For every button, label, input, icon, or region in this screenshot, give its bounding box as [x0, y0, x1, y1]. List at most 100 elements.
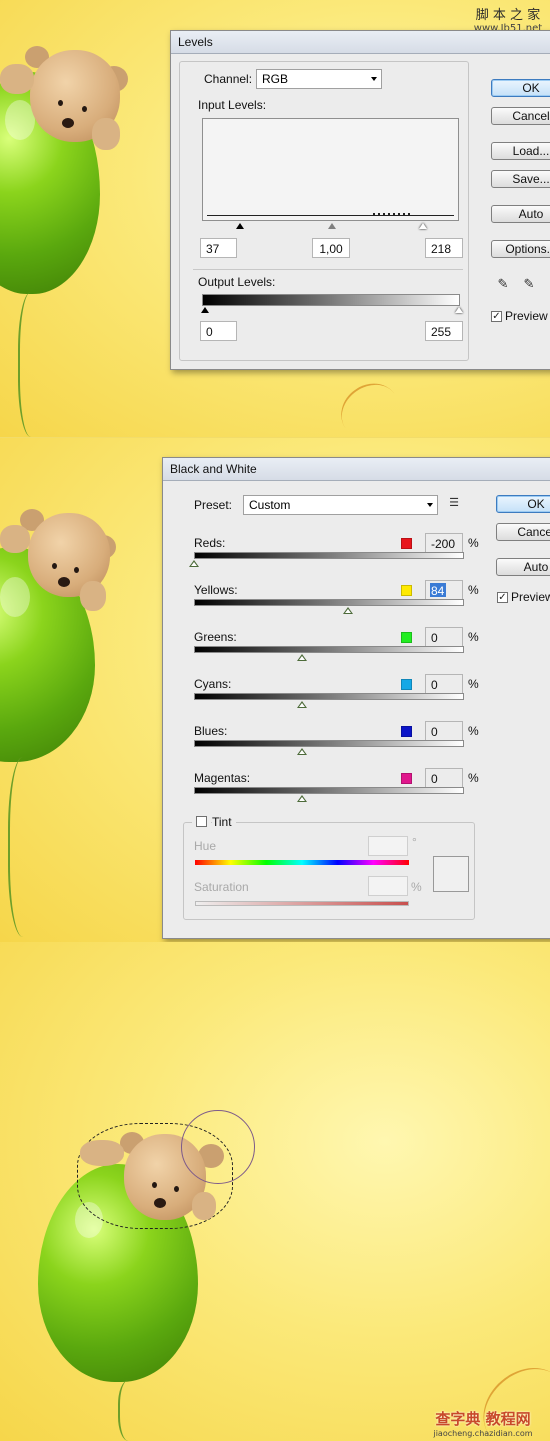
slider-label: Blues:: [194, 724, 228, 738]
slider-color-swatch: [401, 585, 412, 596]
slider-percent: %: [468, 630, 479, 644]
slider-label: Greens:: [194, 630, 237, 644]
slider-thumb[interactable]: [189, 560, 199, 567]
slider-color-swatch: [401, 726, 412, 737]
input-gamma-field[interactable]: 1,00: [312, 238, 350, 258]
saturation-bar: [195, 901, 409, 906]
saturation-label: Saturation: [194, 880, 249, 894]
slider-percent: %: [468, 677, 479, 691]
levels-dialog: Levels Channel: RGB Input Levels: 37 1,0…: [170, 30, 550, 370]
slider-value-field[interactable]: -200: [425, 533, 463, 553]
black-eyedropper-icon[interactable]: ✎: [496, 277, 510, 291]
input-black-field[interactable]: 37: [200, 238, 237, 258]
hue-label: Hue: [194, 839, 217, 853]
slider-thumb[interactable]: [297, 654, 307, 661]
balloon-string: [8, 757, 45, 937]
slider-track: [194, 599, 464, 606]
slider-value-field[interactable]: 84: [425, 580, 463, 600]
input-gray-slider[interactable]: [328, 223, 336, 229]
slider-value-field[interactable]: 0: [425, 768, 463, 788]
slider-track: [194, 787, 464, 794]
output-black-slider[interactable]: [201, 307, 209, 313]
slider-track: [194, 740, 464, 747]
slider-value-field[interactable]: 0: [425, 721, 463, 741]
selection-screenshot-panel: 查字典 教程网 jiaocheng.chazidian.com: [0, 942, 550, 1441]
watermark-bottom-url: jiaocheng.chazidian.com: [433, 1429, 533, 1438]
gray-eyedropper-icon[interactable]: ✎: [522, 277, 536, 291]
balloon-string: [18, 292, 50, 437]
degree-symbol: °: [412, 835, 417, 849]
levels-save-button[interactable]: Save...: [491, 170, 550, 188]
hue-field[interactable]: [368, 836, 408, 856]
levels-auto-button[interactable]: Auto: [491, 205, 550, 223]
chevron-down-icon: [371, 77, 377, 81]
input-white-field[interactable]: 218: [425, 238, 463, 258]
slider-track: [194, 552, 464, 559]
tint-label: Tint: [212, 815, 236, 829]
input-black-slider[interactable]: [236, 223, 244, 229]
levels-histogram: [202, 118, 459, 221]
slider-color-swatch: [401, 679, 412, 690]
tint-color-swatch[interactable]: [433, 856, 469, 892]
levels-title: Levels: [171, 31, 550, 54]
slider-thumb[interactable]: [297, 795, 307, 802]
saturation-field[interactable]: [368, 876, 408, 896]
bw-auto-button[interactable]: Auto: [496, 558, 550, 576]
levels-screenshot-panel: 脚 本 之 家 www.Jb51.net Levels Channel: RGB…: [0, 0, 550, 437]
slider-thumb[interactable]: [343, 607, 353, 614]
slider-label: Cyans:: [194, 677, 232, 691]
preset-value: Custom: [249, 498, 291, 512]
black-white-screenshot-panel: Black and White Preset: Custom ☰ Reds: -2…: [0, 437, 550, 942]
channel-label: Channel:: [204, 72, 253, 86]
slider-percent: %: [468, 771, 479, 785]
slider-label: Yellows:: [194, 583, 238, 597]
slider-percent: %: [468, 724, 479, 738]
preset-select[interactable]: Custom: [243, 495, 438, 515]
levels-preview-label: Preview: [505, 309, 548, 323]
levels-preview-checkbox[interactable]: ✓: [491, 311, 502, 322]
levels-cancel-button[interactable]: Cancel: [491, 107, 550, 125]
output-gradient-bar: [202, 294, 460, 306]
slider-thumb[interactable]: [297, 701, 307, 708]
slider-track: [194, 646, 464, 653]
bw-cancel-button[interactable]: Cancel: [496, 523, 550, 541]
levels-ok-button[interactable]: OK: [491, 79, 550, 97]
bw-preview-checkbox[interactable]: ✓: [497, 592, 508, 603]
bw-ok-button[interactable]: OK: [496, 495, 550, 513]
teddy-bear: [0, 505, 125, 615]
slider-color-swatch: [401, 538, 412, 549]
slider-value-field[interactable]: 0: [425, 674, 463, 694]
slider-label: Magentas:: [194, 771, 251, 785]
slider-percent: %: [468, 583, 479, 597]
slider-track: [194, 693, 464, 700]
tint-checkbox[interactable]: [192, 812, 211, 831]
slider-color-swatch: [401, 632, 412, 643]
input-white-slider[interactable]: [419, 223, 427, 229]
bw-preview-label: Preview: [511, 590, 550, 604]
levels-load-button[interactable]: Load...: [491, 142, 550, 160]
brush-cursor-circle: [181, 1110, 255, 1184]
output-white-field[interactable]: 255: [425, 321, 463, 341]
output-levels-label: Output Levels:: [198, 275, 276, 289]
watermark-chars: 脚 本 之 家: [475, 8, 541, 23]
balloon-string: [118, 1380, 144, 1441]
output-black-field[interactable]: 0: [200, 321, 237, 341]
chevron-down-icon: [427, 503, 433, 507]
black-white-dialog: Black and White Preset: Custom ☰ Reds: -2…: [162, 457, 550, 939]
channel-value: RGB: [262, 72, 289, 86]
teddy-bear: [0, 40, 135, 160]
watermark-bottom-logo: 查字典 教程网 jiaocheng.chazidian.com: [418, 1408, 548, 1438]
slider-percent: %: [468, 536, 479, 550]
channel-select[interactable]: RGB: [256, 69, 382, 89]
hue-spectrum-bar: [195, 860, 409, 865]
slider-color-swatch: [401, 773, 412, 784]
bw-title: Black and White: [163, 458, 550, 481]
input-levels-label: Input Levels:: [198, 98, 267, 112]
slider-value-field[interactable]: 0: [425, 627, 463, 647]
watermark-bottom-chars: 查字典 教程网: [435, 1410, 531, 1428]
output-white-slider[interactable]: [455, 307, 463, 313]
saturation-percent: %: [411, 880, 422, 894]
slider-thumb[interactable]: [297, 748, 307, 755]
levels-options-button[interactable]: Options...: [491, 240, 550, 258]
preset-options-icon[interactable]: ☰: [447, 496, 461, 510]
